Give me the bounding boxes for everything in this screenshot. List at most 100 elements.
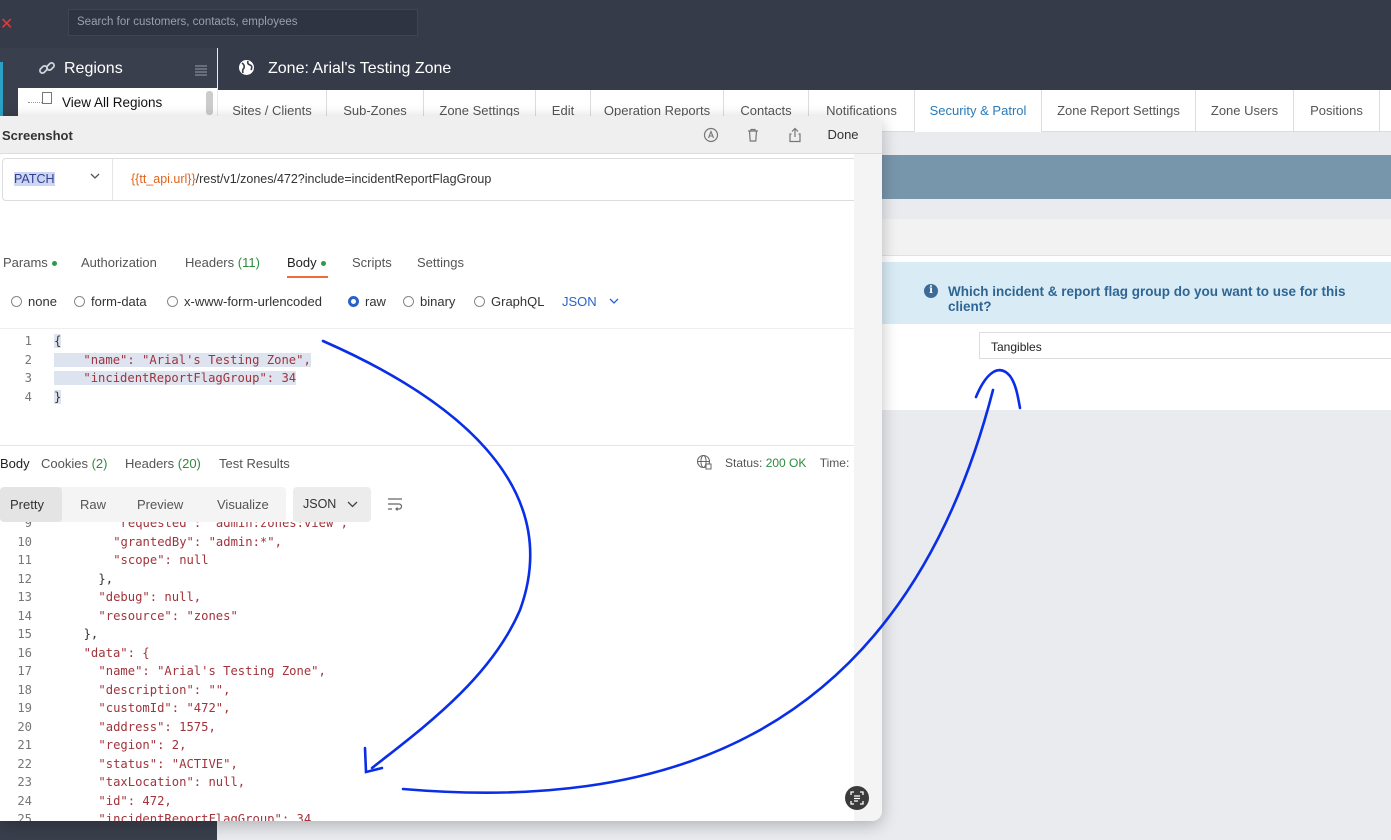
method-label: PATCH <box>14 172 55 186</box>
sidebar-item-view-all-regions[interactable]: View All Regions <box>18 88 217 118</box>
share-icon[interactable] <box>787 127 803 143</box>
tab-authorization[interactable]: Authorization <box>81 255 157 270</box>
line-number: 16 <box>17 645 32 660</box>
document-icon <box>42 92 52 104</box>
tab-zone-users[interactable]: Zone Users <box>1196 90 1294 132</box>
globe-status-icon[interactable] <box>696 454 712 470</box>
view-label: Pretty <box>10 497 44 512</box>
list-icon[interactable] <box>194 64 208 78</box>
radio-binary[interactable]: binary <box>403 294 455 309</box>
url-input[interactable]: {{tt_api.url}}/rest/v1/zones/472?include… <box>131 172 491 186</box>
line-number: 18 <box>17 682 32 697</box>
code-line: }, <box>83 627 99 641</box>
postman-panel: PATCH {{tt_api.url}}/rest/v1/zones/472?i… <box>0 154 862 821</box>
section-header-band <box>882 155 1391 199</box>
scan-icon[interactable] <box>845 786 869 810</box>
response-format-select[interactable]: JSON <box>293 487 371 522</box>
code-line: "incidentReportFlagGroup": 34 <box>54 371 297 385</box>
radio-none[interactable]: none <box>11 294 57 309</box>
view-visualize[interactable]: Visualize <box>217 497 269 512</box>
tab-positions[interactable]: Positions <box>1294 90 1380 132</box>
radio-circle <box>74 296 85 307</box>
radio-graphql[interactable]: GraphQL <box>474 294 544 309</box>
radio-label: raw <box>365 294 386 309</box>
tab-label: Settings <box>417 255 464 270</box>
response-tab-headers[interactable]: Headers (20) <box>125 456 201 471</box>
radio-x-www-form-urlencoded[interactable]: x-www-form-urlencoded <box>167 294 322 309</box>
method-select[interactable]: PATCH <box>3 159 113 200</box>
code-line: "name": "Arial's Testing Zone", <box>98 664 326 678</box>
sidebar-tree: View All Regions <box>18 88 217 118</box>
tab-body[interactable]: Body <box>287 255 326 270</box>
view-preview[interactable]: Preview <box>137 497 183 512</box>
screenshot-window: Screenshot Done PATCH {{tt_api.url}}/res… <box>0 116 882 821</box>
line-number: 24 <box>17 793 32 808</box>
status-value: 200 OK <box>765 456 807 470</box>
trash-icon[interactable] <box>745 127 761 143</box>
radio-label: none <box>28 294 57 309</box>
radio-circle <box>11 296 22 307</box>
flag-group-question: Which incident & report flag group do yo… <box>948 284 1346 314</box>
wrap-icon[interactable] <box>386 496 404 512</box>
radio-label: GraphQL <box>491 294 545 309</box>
page-title: Zone: Arial's Testing Zone <box>268 60 452 77</box>
response-tab-test-results[interactable]: Test Results <box>219 456 290 471</box>
screenshot-titlebar: Screenshot Done <box>0 116 882 154</box>
line-number: 13 <box>17 590 32 604</box>
active-tab-underline <box>287 276 328 278</box>
markup-icon[interactable] <box>703 127 719 143</box>
code-line: "customId": "472", <box>98 701 231 715</box>
line-number: 15 <box>17 627 32 641</box>
format-label: JSON <box>303 497 337 511</box>
tab-count: (2) <box>91 456 108 471</box>
response-tab-cookies[interactable]: Cookies (2) <box>41 456 107 471</box>
radio-circle <box>167 296 178 307</box>
radio-raw[interactable]: raw <box>348 294 386 309</box>
tab-params[interactable]: Params <box>3 255 57 270</box>
url-path: /rest/v1/zones/472?include=incidentRepor… <box>195 172 492 186</box>
sidebar-item-label: View All Regions <box>62 95 163 110</box>
request-body-editor[interactable]: 1 { 2 "name": "Arial's Testing Zone", 3 … <box>0 328 854 440</box>
done-button[interactable]: Done <box>820 124 866 146</box>
url-variable: {{tt_api.url}} <box>131 172 196 186</box>
radio-form-data[interactable]: form-data <box>74 294 147 309</box>
tab-label: Headers <box>125 456 175 471</box>
code-line: "status": "ACTIVE", <box>98 756 238 771</box>
tab-security-patrol[interactable]: Security & Patrol <box>915 90 1042 132</box>
tab-settings[interactable]: Settings <box>417 255 464 270</box>
sidebar-scrollbar[interactable] <box>206 91 213 115</box>
line-number: 19 <box>17 701 32 715</box>
code-line: "data": { <box>83 645 150 660</box>
response-body-viewer[interactable]: 9 "requested": "admin:zones:view", 10 "gran… <box>0 522 854 821</box>
radio-circle <box>474 296 485 307</box>
response-tab-body[interactable]: Body <box>0 456 30 471</box>
tab-zone-report-settings[interactable]: Zone Report Settings <box>1042 90 1196 132</box>
code-line: "resource": "zones" <box>98 608 238 623</box>
logo-icon[interactable]: ✕ <box>0 14 13 33</box>
view-raw[interactable]: Raw <box>80 497 106 512</box>
info-icon: i <box>924 284 938 298</box>
line-number: 25 <box>17 812 32 821</box>
line-number: 1 <box>24 334 32 348</box>
active-dot <box>320 261 326 267</box>
code-line: "grantedBy": "admin:*", <box>113 534 282 549</box>
radio-label: x-www-form-urlencoded <box>184 294 322 309</box>
code-line-text: "incidentReportFlagGroup": 34 <box>83 371 297 385</box>
tree-connector <box>28 102 42 103</box>
body-format-select[interactable]: JSON <box>562 294 597 309</box>
tab-label: Body <box>287 255 317 270</box>
zone-header: Zone: Arial's Testing Zone <box>218 48 1391 90</box>
window-edge <box>854 154 882 821</box>
tab-count: (11) <box>237 255 260 270</box>
tab-label: Headers <box>185 255 235 270</box>
global-search-input[interactable]: Search for customers, contacts, employee… <box>68 9 418 36</box>
tab-label: Body <box>0 456 30 471</box>
line-number: 4 <box>24 390 32 404</box>
tab-scripts[interactable]: Scripts <box>352 255 392 270</box>
code-line: "description": "", <box>98 682 231 697</box>
view-pretty[interactable]: Pretty <box>0 487 62 522</box>
chevron-down-icon <box>347 501 358 508</box>
flag-group-select[interactable]: Tangibles <box>979 332 1391 359</box>
tab-headers[interactable]: Headers (11) <box>185 255 260 270</box>
line-number: 11 <box>17 553 32 567</box>
